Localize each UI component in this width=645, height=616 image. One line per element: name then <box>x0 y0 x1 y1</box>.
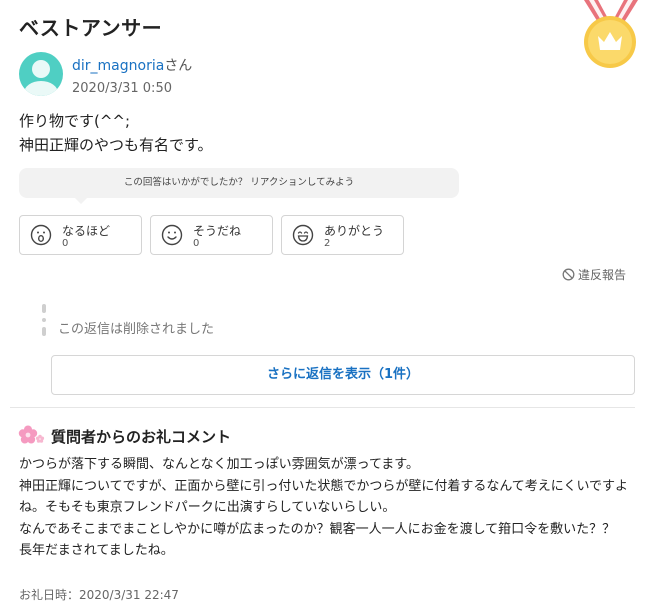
answer-date: 2020/3/31 0:50 <box>72 81 172 96</box>
best-answer-title: ベストアンサー <box>19 16 163 40</box>
reaction-button-arigatou[interactable]: ありがとう 2 <box>281 215 404 255</box>
best-answer-medal-icon <box>584 0 638 68</box>
reaction-label: なるほど <box>62 224 111 238</box>
surprised-face-icon <box>30 224 52 246</box>
reaction-count: 0 <box>193 238 200 249</box>
show-more-replies-button[interactable]: さらに返信を表示（1件） <box>51 355 635 395</box>
report-violation-link[interactable]: 違反報告 <box>562 266 626 283</box>
thread-line <box>41 304 47 336</box>
reaction-button-naruhodo[interactable]: なるほど 0 <box>19 215 142 255</box>
answerer-honorific: さん <box>164 58 193 74</box>
reaction-count: 0 <box>62 238 69 249</box>
answer-text: 作り物です(^^; 神田正輝のやつも有名です。 <box>19 112 213 154</box>
reaction-count: 2 <box>324 238 331 249</box>
answerer-line: dir_magnoriaさん <box>72 55 192 75</box>
prohibited-icon <box>562 268 575 281</box>
reaction-button-soudane[interactable]: そうだね 0 <box>150 215 273 255</box>
reaction-label: ありがとう <box>324 224 385 238</box>
grin-face-icon <box>292 224 314 246</box>
flower-icon <box>18 425 45 444</box>
report-label: 違反報告 <box>578 268 627 282</box>
thanks-date: お礼日時：2020/3/31 22:47 <box>19 588 179 602</box>
thanks-comment-text: かつらが落下する瞬間、なんとなく加工っぽい雰囲気が漂ってます。 神田正輝について… <box>19 457 629 558</box>
smile-face-icon <box>161 224 183 246</box>
deleted-reply-notice: この返信は削除されました <box>58 322 215 337</box>
user-avatar[interactable] <box>19 52 63 96</box>
reaction-prompt: この回答はいかがでしたか？ リアクションしてみよう <box>19 168 459 204</box>
thanks-comment-title: 質問者からのお礼コメント <box>51 428 232 446</box>
reaction-label: そうだね <box>193 224 242 238</box>
answerer-name-link[interactable]: dir_magnoria <box>72 58 164 74</box>
section-divider <box>10 407 635 408</box>
